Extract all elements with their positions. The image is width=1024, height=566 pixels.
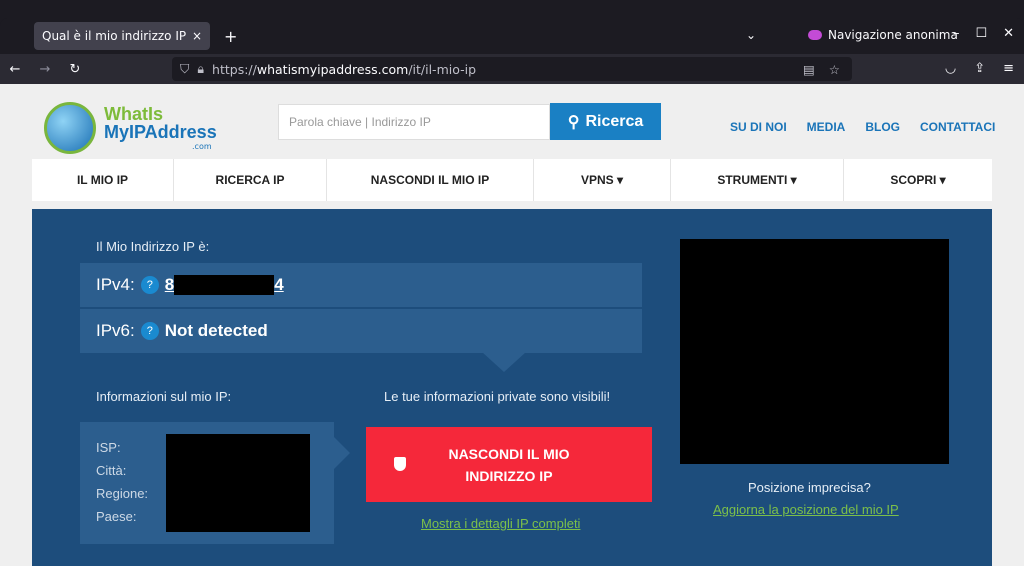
- browser-window: Qual è il mio indirizzo IP - Vis × + ⌄ N…: [0, 18, 1024, 566]
- reload-icon[interactable]: ↻: [60, 62, 90, 77]
- link-contact[interactable]: CONTATTACI: [920, 120, 995, 134]
- logo-text-3: .com: [192, 142, 212, 151]
- tab-bar: Qual è il mio indirizzo IP - Vis × + ⌄ N…: [0, 18, 1024, 54]
- search-icon: ⚲: [567, 113, 580, 131]
- globe-logo-icon: [44, 102, 96, 154]
- ip-panel: Il Mio Indirizzo IP è: IPv4: ? 84 IPv6: …: [32, 209, 992, 566]
- ipv6-label: IPv6:: [96, 321, 135, 340]
- top-links: SU DI NOI MEDIA BLOG CONTATTACI: [730, 120, 995, 134]
- extensions-icon[interactable]: ⇪: [974, 61, 985, 76]
- link-blog[interactable]: BLOG: [865, 120, 900, 134]
- country-label: Paese:: [96, 509, 137, 524]
- site-header: WhatIs MyIPAddress .com Parola chiave | …: [0, 84, 1024, 160]
- private-mask-icon: [808, 30, 822, 40]
- link-media[interactable]: MEDIA: [807, 120, 846, 134]
- close-window-icon[interactable]: ✕: [1003, 26, 1014, 41]
- region-label: Regione:: [96, 486, 149, 501]
- ipv4-value[interactable]: 84: [165, 275, 284, 295]
- window-controls: – ☐ ✕: [953, 26, 1014, 41]
- info-pointer: [334, 437, 350, 469]
- main-menu: IL MIO IP RICERCA IP NASCONDI IL MIO IP …: [32, 159, 992, 201]
- toolbar-icons: ◡ ⇪ ≡: [945, 61, 1014, 76]
- help-icon[interactable]: ?: [140, 276, 159, 294]
- ip-info-box: ISP: Città: Regione: Paese:: [80, 422, 334, 544]
- menu-my-ip[interactable]: IL MIO IP: [32, 159, 174, 201]
- pointer-triangle: [482, 352, 526, 372]
- update-location-link[interactable]: Aggiorna la posizione del mio IP: [713, 502, 899, 517]
- imprecise-label: Posizione imprecisa?: [748, 480, 871, 495]
- private-indicator: Navigazione anonima: [808, 28, 958, 42]
- details-link[interactable]: Mostra i dettagli IP completi: [421, 516, 580, 531]
- city-label: Città:: [96, 463, 127, 478]
- shield-icon[interactable]: ⛉: [180, 61, 189, 77]
- tab-list-chevron-icon[interactable]: ⌄: [746, 28, 756, 42]
- forward-icon[interactable]: →: [30, 62, 60, 77]
- menu-ip-lookup[interactable]: RICERCA IP: [174, 159, 327, 201]
- minimize-icon[interactable]: –: [953, 26, 960, 41]
- help-icon[interactable]: ?: [140, 322, 159, 340]
- ipv6-value: Not detected: [164, 321, 268, 340]
- close-tab-icon[interactable]: ×: [192, 29, 202, 43]
- menu-tools[interactable]: STRUMENTI ▾: [671, 159, 844, 201]
- ipv4-row: IPv4: ? 84: [80, 263, 642, 307]
- tab-active[interactable]: Qual è il mio indirizzo IP - Vis ×: [34, 22, 210, 50]
- menu-hide-ip[interactable]: NASCONDI IL MIO IP: [327, 159, 534, 201]
- url-text: https://whatismyipaddress.com/it/il-mio-…: [212, 61, 477, 77]
- search-button[interactable]: ⚲ Ricerca: [550, 103, 661, 140]
- url-bar[interactable]: ⛉ 🔒︎ https://whatismyipaddress.com/it/il-…: [172, 57, 852, 81]
- menu-vpns[interactable]: VPNS ▾: [534, 159, 671, 201]
- isp-label: ISP:: [96, 440, 121, 455]
- reader-icon[interactable]: ▤: [803, 62, 815, 77]
- web-page: WhatIs MyIPAddress .com Parola chiave | …: [0, 84, 1024, 566]
- link-about[interactable]: SU DI NOI: [730, 120, 787, 134]
- pocket-icon[interactable]: ◡: [945, 61, 956, 76]
- menu-discover[interactable]: SCOPRI ▾: [844, 159, 992, 201]
- redacted-info: [166, 434, 310, 532]
- shield-icon: [394, 457, 406, 471]
- ipv4-label: IPv4:: [96, 275, 135, 294]
- hide-ip-button[interactable]: NASCONDI IL MIO INDIRIZZO IP: [366, 427, 652, 502]
- private-visible-text: Le tue informazioni private sono visibil…: [384, 389, 611, 404]
- location-map[interactable]: [680, 239, 949, 464]
- new-tab-button[interactable]: +: [224, 27, 237, 46]
- back-icon[interactable]: ←: [0, 62, 30, 77]
- nav-bar: ← → ↻ ⛉ 🔒︎ https://whatismyipaddress.com/…: [0, 54, 1024, 84]
- info-label: Informazioni sul mio IP:: [96, 389, 232, 404]
- search-input[interactable]: Parola chiave | Indirizzo IP: [278, 104, 550, 140]
- ipv6-row: IPv6: ? Not detected: [80, 309, 642, 353]
- logo-text-2: MyIPAddress: [104, 122, 217, 142]
- lock-icon[interactable]: 🔒︎: [197, 61, 204, 77]
- tab-title: Qual è il mio indirizzo IP - Vis: [42, 29, 186, 43]
- maximize-icon[interactable]: ☐: [975, 26, 987, 41]
- site-logo[interactable]: WhatIs MyIPAddress .com: [44, 96, 217, 156]
- bookmark-star-icon[interactable]: ☆: [829, 62, 840, 77]
- menu-icon[interactable]: ≡: [1003, 61, 1014, 76]
- private-label: Navigazione anonima: [828, 28, 958, 42]
- my-ip-label: Il Mio Indirizzo IP è:: [96, 239, 210, 254]
